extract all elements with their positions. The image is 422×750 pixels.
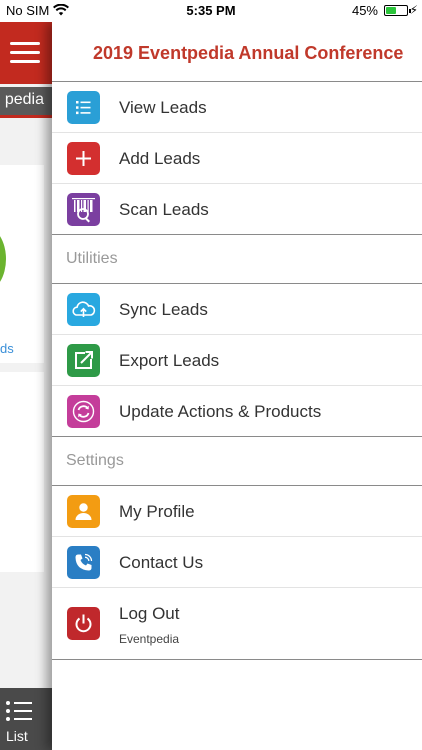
background-app: pedia ds List [0,22,52,750]
drawer-title: 2019 Eventpedia Annual Conference [52,22,422,82]
dashboard-card [0,165,44,363]
menu-item-log-out[interactable]: Log Out Eventpedia [52,588,422,660]
menu-item-label: Export Leads [119,351,220,370]
dashboard-card [0,372,44,572]
charging-icon: ⚡ [409,3,418,17]
menu-item-label: Log Out [119,604,180,623]
menu-item-my-profile[interactable]: My Profile [52,486,422,537]
plus-icon [67,142,100,175]
barcode-scan-icon [67,193,100,226]
page-title: pedia [4,91,44,108]
battery-fill [386,7,396,14]
page-title-bar: pedia [0,87,52,115]
menu-item-label: Scan Leads [119,200,209,219]
list-icon [6,700,32,722]
phone-icon [67,546,100,579]
refresh-icon [67,395,100,428]
menu-item-label: View Leads [119,98,207,117]
menu-item-export-leads[interactable]: Export Leads [52,335,422,386]
menu-item-label: Update Actions & Products [119,402,322,421]
battery-percent: 45% [351,3,378,18]
menu-item-label: Contact Us [119,553,204,572]
menu-item-contact-us[interactable]: Contact Us [52,537,422,588]
app-header [0,22,52,84]
cloud-sync-icon [67,293,100,326]
menu-item-label: Add Leads [119,149,201,168]
status-bar: No SIM 5:35 PM 45% ⚡ [0,0,422,22]
menu-item-sublabel: Eventpedia [119,632,180,646]
menu-item-label: My Profile [119,502,195,521]
menu-item-sync-leads[interactable]: Sync Leads [52,284,422,335]
user-icon [67,495,100,528]
menu-item-add-leads[interactable]: Add Leads [52,133,422,184]
menu-item-scan-leads[interactable]: Scan Leads [52,184,422,235]
section-header-settings: Settings [52,437,422,486]
tab-list-label: List [6,728,28,744]
navigation-drawer: 2019 Eventpedia Annual Conference View L… [52,22,422,750]
tab-list[interactable]: List [0,688,52,750]
battery-icon [384,5,411,16]
section-title: Utilities [66,250,118,267]
list-icon [67,91,100,124]
menu-item-label: Sync Leads [119,300,208,319]
section-title: Settings [66,452,124,469]
menu-item-view-leads[interactable]: View Leads [52,82,422,133]
section-header-utilities: Utilities [52,235,422,284]
drawer-menu: View Leads Add Leads Scan Leads Utilitie… [52,82,422,660]
power-icon [67,607,100,640]
leads-link[interactable]: ds [0,341,14,356]
menu-item-update-actions-products[interactable]: Update Actions & Products [52,386,422,437]
hamburger-menu-icon[interactable] [8,38,42,68]
export-icon [67,344,100,377]
